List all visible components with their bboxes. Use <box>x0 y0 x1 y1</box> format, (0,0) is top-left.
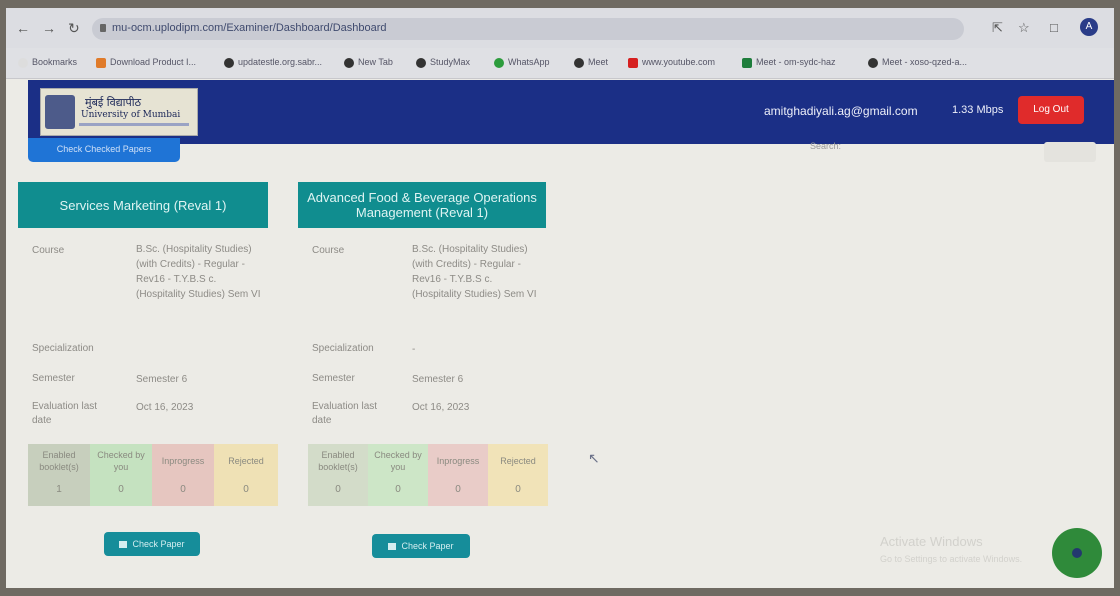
course-value: B.Sc. (Hospitality Studies)(with Credits… <box>136 244 261 300</box>
bookmark-item[interactable]: Bookmarks <box>18 57 77 68</box>
card-title: Services Marketing (Reval 1) <box>18 182 268 228</box>
check-paper-button[interactable]: Check Paper <box>104 532 200 556</box>
evaluation-value: Oct 16, 2023 <box>136 402 194 413</box>
stat-label: Inprogress <box>436 456 480 466</box>
evaluation-label: Evaluation last date <box>32 401 98 426</box>
check-paper-button[interactable]: Check Paper <box>372 534 470 558</box>
stat-value: 0 <box>515 484 521 495</box>
windows-watermark-title: Activate Windows <box>880 534 983 549</box>
specialization-label: Specialization <box>32 343 94 354</box>
screen: ← → ↻ mu-ocm.uplodipm.com/Examiner/Dashb… <box>6 8 1114 588</box>
semester-label: Semester <box>32 373 75 384</box>
stat-enabled: Enabled booklet(s) 1 <box>28 444 90 506</box>
stat-value: 0 <box>395 484 401 495</box>
bookmarks-bar: Bookmarks Download Product I... updatest… <box>6 48 1114 79</box>
stat-label: Checked by you <box>374 450 422 472</box>
search-input[interactable] <box>1044 142 1096 162</box>
stat-rejected: Rejected 0 <box>214 444 278 506</box>
bookmark-item[interactable]: Meet - om-sydc-haz <box>742 57 836 68</box>
forward-icon[interactable]: → <box>42 20 56 36</box>
check-checked-papers-button[interactable]: Check Checked Papers <box>28 138 180 162</box>
logo-title-marathi: मुंबई विद्यापीठ <box>85 96 141 109</box>
stat-inprogress: Inprogress 0 <box>152 444 214 506</box>
reload-icon[interactable]: ↻ <box>68 20 80 37</box>
check-paper-label: Check Paper <box>132 539 185 549</box>
stat-enabled: Enabled booklet(s) 0 <box>308 444 368 506</box>
logo-underline <box>79 123 189 126</box>
bookmark-item[interactable]: updatestle.org.sabr... <box>224 57 322 68</box>
bookmark-item[interactable]: Meet - xoso-qzed-a... <box>868 57 967 68</box>
bookmark-item[interactable]: Meet <box>574 57 608 68</box>
star-icon[interactable]: ☆ <box>1018 20 1030 36</box>
evaluation-label: Evaluation last date <box>312 401 378 426</box>
bookmark-item[interactable]: StudyMax <box>416 57 470 68</box>
share-icon[interactable]: ⇱ <box>992 20 1003 36</box>
stats-row: Enabled booklet(s) 1 Checked by you 0 In… <box>28 444 278 506</box>
semester-value: Semester 6 <box>412 374 464 385</box>
university-logo[interactable]: मुंबई विद्यापीठ University of Mumbai <box>40 88 198 136</box>
mouse-cursor-icon: ↖ <box>588 450 600 466</box>
site-header: मुंबई विद्यापीठ University of Mumbai ami… <box>28 80 1114 144</box>
chat-icon <box>1072 548 1082 558</box>
semester-value: Semester 6 <box>136 374 188 385</box>
specialization-value: - <box>412 344 416 355</box>
sidepanel-icon[interactable]: □ <box>1050 20 1058 35</box>
stat-value: 0 <box>455 484 461 495</box>
profile-avatar[interactable]: A <box>1080 18 1098 36</box>
network-speed: 1.33 Mbps <box>952 104 1004 116</box>
search-label: Search: <box>810 141 842 151</box>
stat-rejected: Rejected 0 <box>488 444 548 506</box>
stat-label: Inprogress <box>161 456 205 466</box>
logout-button[interactable]: Log Out <box>1018 96 1084 124</box>
crest-icon <box>45 95 75 129</box>
paper-icon <box>388 543 397 551</box>
stat-label: Checked by you <box>97 450 145 472</box>
stat-value: 0 <box>335 484 341 495</box>
stat-label: Rejected <box>500 456 536 466</box>
stat-label: Enabled booklet(s) <box>318 450 358 472</box>
windows-watermark-subtitle: Go to Settings to activate Windows. <box>880 554 1023 564</box>
chat-button[interactable] <box>1052 528 1102 578</box>
bookmark-item[interactable]: Download Product I... <box>96 57 196 68</box>
stat-value: 0 <box>118 484 124 495</box>
evaluation-value: Oct 16, 2023 <box>412 402 470 413</box>
stat-label: Rejected <box>228 456 264 466</box>
stat-value: 0 <box>180 484 186 495</box>
course-value: B.Sc. (Hospitality Studies)(with Credits… <box>412 244 537 300</box>
lock-icon <box>100 24 106 32</box>
paper-icon <box>119 541 128 549</box>
bookmark-item[interactable]: WhatsApp <box>494 57 550 68</box>
check-paper-label: Check Paper <box>401 541 454 551</box>
stats-row: Enabled booklet(s) 0 Checked by you 0 In… <box>308 444 548 506</box>
stat-value: 0 <box>243 484 249 495</box>
stat-inprogress: Inprogress 0 <box>428 444 488 506</box>
course-label: Course <box>32 245 65 256</box>
card-title: Advanced Food & Beverage Operations Mana… <box>298 182 546 228</box>
back-icon[interactable]: ← <box>16 20 30 36</box>
stat-label: Enabled booklet(s) <box>39 450 79 472</box>
user-email: amitghadiyali.ag@gmail.com <box>764 104 918 118</box>
stat-checked: Checked by you 0 <box>90 444 152 506</box>
stat-value: 1 <box>56 484 62 495</box>
browser-toolbar: ← → ↻ mu-ocm.uplodipm.com/Examiner/Dashb… <box>6 8 1114 48</box>
address-bar[interactable]: mu-ocm.uplodipm.com/Examiner/Dashboard/D… <box>92 18 964 40</box>
specialization-label: Specialization <box>312 343 374 354</box>
bookmark-item[interactable]: www.youtube.com <box>628 57 715 68</box>
bookmark-item[interactable]: New Tab <box>344 57 393 68</box>
stat-checked: Checked by you 0 <box>368 444 428 506</box>
url-text: mu-ocm.uplodipm.com/Examiner/Dashboard/D… <box>112 22 387 34</box>
semester-label: Semester <box>312 373 355 384</box>
logo-title-english: University of Mumbai <box>81 110 181 120</box>
course-label: Course <box>312 245 345 256</box>
